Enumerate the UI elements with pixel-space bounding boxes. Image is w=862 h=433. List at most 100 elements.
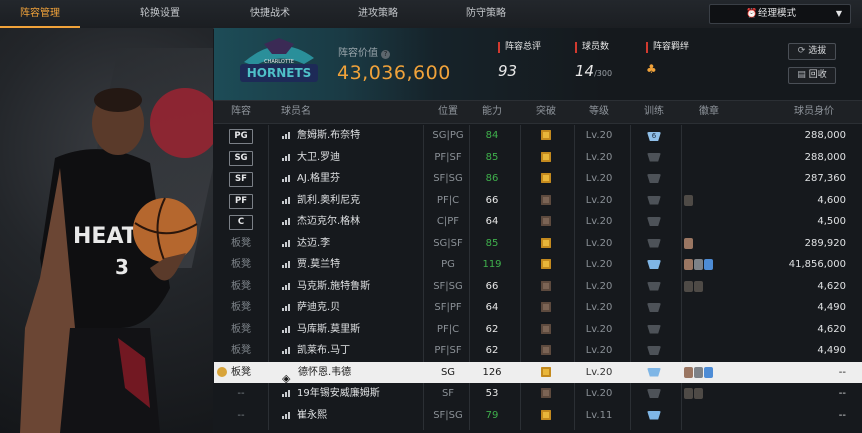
breakthrough-cell[interactable] [520, 276, 572, 300]
badges-cell[interactable] [684, 276, 784, 298]
training-cell[interactable]: 6 [630, 125, 678, 147]
table-row[interactable]: C 杰迈克尔.格林 C|PF 64 Lv.20 4,500 [214, 211, 862, 233]
training-cell[interactable] [630, 405, 678, 429]
table-row[interactable]: -- 崔永熙 SF|SG 79 Lv.11 -- [214, 405, 862, 427]
player-name-cell[interactable]: 19年锡安威廉姆斯 [282, 383, 422, 405]
player-name-cell[interactable]: 马克斯.施特鲁斯 [282, 276, 422, 298]
player-position: PF|C [436, 323, 460, 335]
mode-dropdown[interactable]: ⏰ 经理模式 ▼ [709, 4, 851, 24]
lineup-slot: -- [214, 405, 268, 427]
player-price: 4,600 [817, 194, 846, 206]
training-cell[interactable] [630, 147, 678, 171]
badges-cell[interactable] [684, 362, 784, 384]
training-cell[interactable] [630, 211, 678, 235]
select-button[interactable]: ⟳ 选拔 [788, 43, 836, 60]
signal-icon [282, 346, 291, 354]
breakthrough-cell[interactable] [520, 362, 572, 386]
shield-icon [647, 281, 661, 291]
slot-label: 板凳 [231, 345, 251, 356]
breakthrough-cell[interactable] [520, 319, 572, 343]
table-row[interactable]: 板凳 马克斯.施特鲁斯 SF|SG 66 Lv.20 4,620 [214, 276, 862, 298]
crown-icon [541, 173, 551, 183]
player-name-cell[interactable]: ◈ 德怀恩.韦德 [282, 362, 422, 385]
player-name-cell[interactable]: 凯莱布.马丁 [282, 340, 422, 362]
training-cell[interactable] [630, 276, 678, 300]
badges-cell[interactable] [684, 383, 784, 405]
breakthrough-cell[interactable] [520, 297, 572, 321]
player-name-cell[interactable]: 詹姆斯.布奈特 [282, 125, 422, 147]
breakthrough-cell[interactable] [520, 340, 572, 364]
breakthrough-cell[interactable] [520, 147, 572, 171]
table-row[interactable]: 板凳 凯莱布.马丁 PF|SF 62 Lv.20 4,490 [214, 340, 862, 362]
player-name-cell[interactable]: 大卫.罗迪 [282, 147, 422, 169]
player-name-cell[interactable]: 萨迪克.贝 [282, 297, 422, 319]
training-cell[interactable] [630, 168, 678, 192]
player-count-value: 14/300 [575, 62, 613, 80]
badges-cell[interactable] [684, 190, 784, 212]
player-price: 4,620 [817, 323, 846, 335]
player-name-cell[interactable]: 马库斯.莫里斯 [282, 319, 422, 341]
position-badge: PG [229, 129, 253, 144]
training-cell[interactable] [630, 319, 678, 343]
table-row[interactable]: -- 19年锡安威廉姆斯 SF 53 Lv.20 -- [214, 383, 862, 405]
table-row[interactable]: 板凳 达迈.李 SG|SF 85 Lv.20 289,920 [214, 233, 862, 255]
player-name-cell[interactable]: 崔永熙 [282, 405, 422, 427]
table-row[interactable]: 板凳 萨迪克.贝 SF|PF 64 Lv.20 4,490 [214, 297, 862, 319]
tab-lineup[interactable]: 阵容管理 [0, 0, 80, 28]
table-row[interactable]: 板凳 贾.莫兰特 PG 119 Lv.20 41,856,000 [214, 254, 862, 276]
help-icon[interactable]: ? [381, 50, 390, 59]
bond-icon[interactable]: ♣ [646, 62, 689, 76]
table-row[interactable]: SG 大卫.罗迪 PF|SF 85 Lv.20 288,000 [214, 147, 862, 169]
training-cell[interactable] [630, 340, 678, 364]
player-level: Lv.20 [585, 302, 613, 313]
player-level: Lv.20 [585, 151, 613, 163]
player-name-cell[interactable]: 贾.莫兰特 [282, 254, 422, 276]
player-name-cell[interactable]: 杰迈克尔.格林 [282, 211, 422, 233]
tab-rotation[interactable]: 轮换设置 [120, 0, 200, 28]
clock-icon: ⏰ [746, 9, 758, 19]
shield-icon [647, 217, 661, 226]
table-row[interactable]: PG 詹姆斯.布奈特 SG|PG 84 Lv.20 6 288,000 [214, 125, 862, 147]
player-ability: 85 [485, 237, 499, 249]
table-row[interactable]: 板凳 马库斯.莫里斯 PF|C 62 Lv.20 4,620 [214, 319, 862, 341]
training-cell[interactable] [630, 383, 678, 407]
breakthrough-cell[interactable] [520, 190, 572, 214]
position-badge: PF [229, 193, 253, 209]
table-row[interactable]: 板凳 ◈ 德怀恩.韦德 SG 126 Lv.20 -- [214, 361, 862, 386]
training-cell[interactable] [630, 362, 678, 386]
breakthrough-cell[interactable] [520, 405, 572, 429]
player-name-cell[interactable]: 凯利.奥利尼克 [282, 190, 422, 212]
breakthrough-cell[interactable] [520, 233, 572, 257]
breakthrough-cell[interactable] [520, 211, 572, 235]
player-position: SF|SG [433, 173, 463, 184]
player-position: SF|PF [434, 302, 462, 313]
signal-icon [282, 174, 291, 182]
player-name: 凯利.奥利尼克 [297, 194, 361, 206]
player-position: SF|SG [433, 280, 463, 292]
table-row[interactable]: SF AJ.格里芬 SF|SG 86 Lv.20 287,360 [214, 168, 862, 190]
tab-defense[interactable]: 防守策略 [446, 0, 526, 28]
position-badge: SF [229, 172, 253, 187]
player-price: -- [838, 388, 846, 399]
badges-cell[interactable] [684, 254, 784, 276]
training-cell[interactable] [630, 190, 678, 214]
player-portrait: HEAT 3 [0, 28, 213, 433]
tab-offense[interactable]: 进攻策略 [338, 0, 418, 28]
player-name-cell[interactable]: AJ.格里芬 [282, 168, 422, 190]
player-name-cell[interactable]: 达迈.李 [282, 233, 422, 255]
breakthrough-cell[interactable] [520, 168, 572, 192]
top-nav: 阵容管理 轮换设置 快捷战术 进攻策略 防守策略 ⏰ 经理模式 ▼ [0, 0, 862, 29]
recycle-button[interactable]: ▤ 回收 [788, 67, 836, 84]
training-cell[interactable] [630, 254, 678, 278]
tab-quick-tactics[interactable]: 快捷战术 [230, 0, 310, 28]
lineup-slot: SG [214, 147, 268, 169]
signal-icon [282, 153, 291, 161]
breakthrough-cell[interactable] [520, 125, 572, 149]
breakthrough-cell[interactable] [520, 383, 572, 407]
badges-cell[interactable] [684, 233, 784, 255]
bond-stat[interactable]: 阵容羁绊 ♣ [646, 42, 689, 76]
training-cell[interactable] [630, 297, 678, 321]
breakthrough-cell[interactable] [520, 254, 572, 278]
table-row[interactable]: PF 凯利.奥利尼克 PF|C 66 Lv.20 4,600 [214, 190, 862, 212]
training-cell[interactable] [630, 233, 678, 257]
